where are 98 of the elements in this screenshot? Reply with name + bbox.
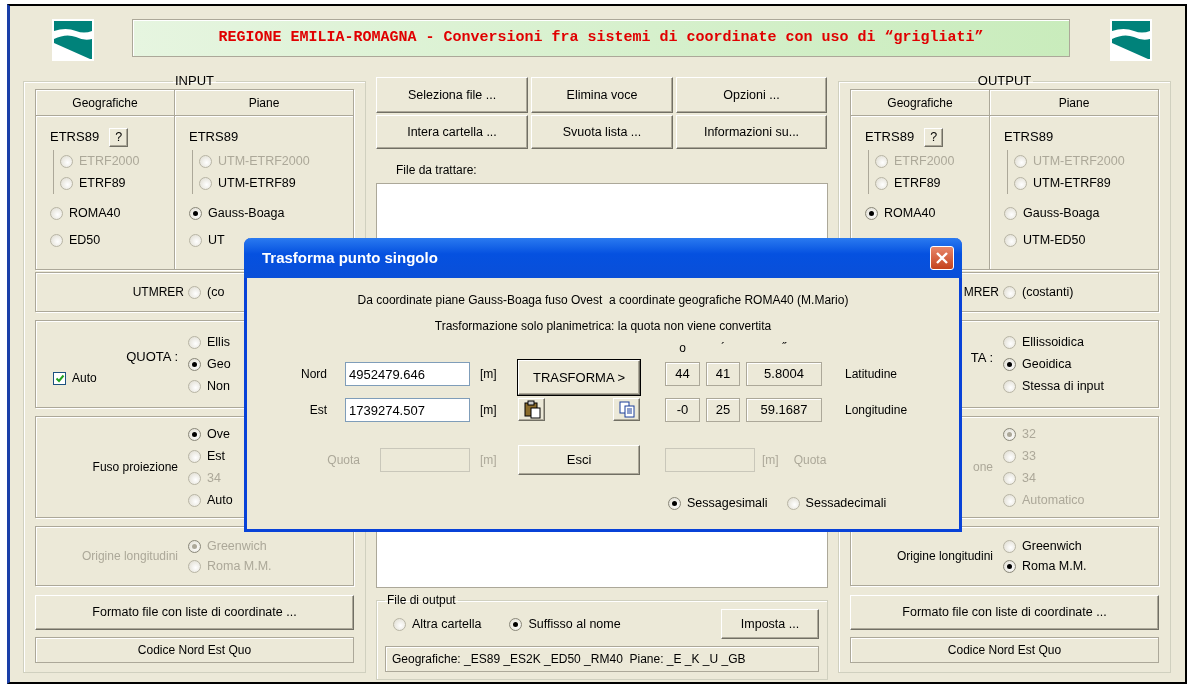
list-label: File da trattare: xyxy=(396,163,477,177)
group-title: INPUT xyxy=(174,73,215,89)
check-icon xyxy=(54,373,65,383)
radio-button[interactable]: UTM-ED50 xyxy=(1004,227,1158,254)
radio-button[interactable]: (co xyxy=(188,281,225,303)
paste-button[interactable] xyxy=(518,398,545,421)
format-button[interactable]: Formato file con liste di coordinate ... xyxy=(35,595,354,630)
close-icon xyxy=(935,251,949,265)
coordinate-field[interactable]: 1739274.507 xyxy=(345,398,470,422)
column-heading: Piane xyxy=(990,90,1158,116)
radio-button[interactable]: UTM-ETRF89 xyxy=(1014,172,1158,194)
radio-button[interactable]: Ove xyxy=(188,423,233,445)
option-label: UTMRER xyxy=(132,284,184,301)
unit-symbol: o xyxy=(678,340,687,357)
field-label: Nord xyxy=(301,366,327,383)
radio-button[interactable]: Geo xyxy=(188,353,231,375)
fuso-label: Fuso proiezione xyxy=(92,459,178,476)
format-button[interactable]: Formato file con liste di coordinate ... xyxy=(850,595,1159,630)
result-value: 5.8004 xyxy=(746,362,822,386)
logo-icon xyxy=(1110,19,1152,61)
toolbar-button[interactable]: Seleziona file ... xyxy=(376,77,528,113)
radio-button[interactable]: (costanti) xyxy=(1003,281,1074,303)
help-button[interactable]: ? xyxy=(924,127,944,147)
radio-button[interactable]: Geoidica xyxy=(1003,353,1104,375)
coordinate-field[interactable]: 4952479.646 xyxy=(345,362,470,386)
column-heading: Geografiche xyxy=(851,90,989,116)
radio-button[interactable]: Non xyxy=(188,375,231,397)
unit-symbol: ´ xyxy=(720,340,726,357)
result-value: 25 xyxy=(706,398,740,422)
origin-label: Origine longitudini xyxy=(81,548,178,565)
radio-button[interactable]: ROMA40 xyxy=(865,200,989,227)
radio-button[interactable]: ROMA40 xyxy=(50,200,174,227)
radio-button[interactable]: ETRF89 xyxy=(60,172,174,194)
dialog-title: Trasforma punto singolo xyxy=(262,247,438,268)
group-title: File di output xyxy=(386,592,457,608)
radio-button[interactable]: Est xyxy=(188,445,233,467)
result-value: 59.1687 xyxy=(746,398,822,422)
exit-button[interactable]: Esci xyxy=(518,445,640,475)
copy-button[interactable] xyxy=(613,398,640,421)
quota-label: TA : xyxy=(970,350,993,365)
result-value: 41 xyxy=(706,362,740,386)
info-text: Trasformazione solo planimetrica: la quota non viene convertita xyxy=(434,318,772,335)
close-button[interactable] xyxy=(930,246,954,270)
unit-label: [m] xyxy=(480,452,498,469)
field-label: Quota xyxy=(793,452,827,469)
paste-icon xyxy=(522,400,541,419)
radio-button[interactable]: Auto xyxy=(188,489,233,511)
help-button[interactable]: ? xyxy=(109,127,129,147)
toolbar-button[interactable]: Svuota lista ... xyxy=(531,115,673,149)
toolbar-button[interactable]: Informazioni su... xyxy=(676,115,827,149)
radio-button[interactable]: Greenwich xyxy=(1003,536,1087,556)
column-heading: Geografiche xyxy=(36,90,174,116)
radio-button[interactable]: Suffisso al nome xyxy=(509,614,621,634)
radio-button[interactable]: ETRF89 xyxy=(875,172,989,194)
toolbar-button[interactable]: Intera cartella ... xyxy=(376,115,528,149)
radio-button[interactable]: Gauss-Boaga xyxy=(189,200,353,227)
radio-button[interactable]: Ellissoidica xyxy=(1003,331,1104,353)
banner-title: REGIONE EMILIA-ROMAGNA - Conversioni fra sistemi di coordinate con uso di “grigliati” xyxy=(132,19,1070,57)
result-label: Latitudine xyxy=(845,366,898,383)
unit-label: [m] xyxy=(480,402,498,419)
result-label: Longitudine xyxy=(845,402,908,419)
radio-button[interactable]: Roma M.M. xyxy=(1003,556,1087,576)
radio-button[interactable]: ED50 xyxy=(50,227,174,254)
radio-button[interactable]: Ellis xyxy=(188,331,231,353)
field-label: Quota xyxy=(327,452,360,469)
transform-button[interactable]: TRASFORMA > xyxy=(518,360,640,395)
section-label: ETRS89 xyxy=(1004,128,1054,147)
logo-icon xyxy=(52,19,94,61)
field-label: Est xyxy=(309,402,327,419)
format-value: Codice Nord Est Quo xyxy=(850,637,1159,663)
option-label: MRER xyxy=(963,284,999,301)
unit-label: [m] xyxy=(762,452,779,469)
copy-icon xyxy=(617,400,636,419)
radio-button[interactable]: Stessa di input xyxy=(1003,375,1104,397)
radio-button[interactable]: Gauss-Boaga xyxy=(1004,200,1158,227)
column-heading: Piane xyxy=(175,90,353,116)
info-text: Da coordinate piane Gauss-Boaga fuso Ovest a coordinate geografiche ROMA40 (M.Mario) xyxy=(357,292,849,309)
group-title: OUTPUT xyxy=(976,73,1033,89)
format-value: Codice Nord Est Quo xyxy=(35,637,354,663)
radio-button[interactable]: Sessagesimali xyxy=(668,493,768,513)
section-label: ETRS89 xyxy=(50,128,100,147)
origin-label: Origine longitudini xyxy=(896,548,993,565)
section-label: ETRS89 xyxy=(189,128,239,147)
radio-button[interactable]: Altra cartella xyxy=(393,614,482,634)
toolbar-button[interactable]: Elimina voce xyxy=(531,77,673,113)
suffix-value: Geografiche: _ES89 _ES2K _ED50 _RM40 Piane: _E _K _U _GB xyxy=(385,646,819,672)
set-button[interactable]: Imposta ... xyxy=(721,609,819,639)
quota-label: QUOTA : xyxy=(126,349,178,364)
result-value: 44 xyxy=(665,362,700,386)
unit-symbol: ˝ xyxy=(781,340,788,357)
result-value: -0 xyxy=(665,398,700,422)
checkbox[interactable]: Auto xyxy=(53,369,97,387)
toolbar-button[interactable]: Opzioni ... xyxy=(676,77,827,113)
radio-button[interactable]: Sessadecimali xyxy=(786,493,887,513)
section-label: ETRS89 xyxy=(865,128,915,147)
fuso-label: one xyxy=(972,459,993,476)
radio-button[interactable]: UTM-ETRF89 xyxy=(199,172,353,194)
unit-label: [m] xyxy=(480,366,498,383)
